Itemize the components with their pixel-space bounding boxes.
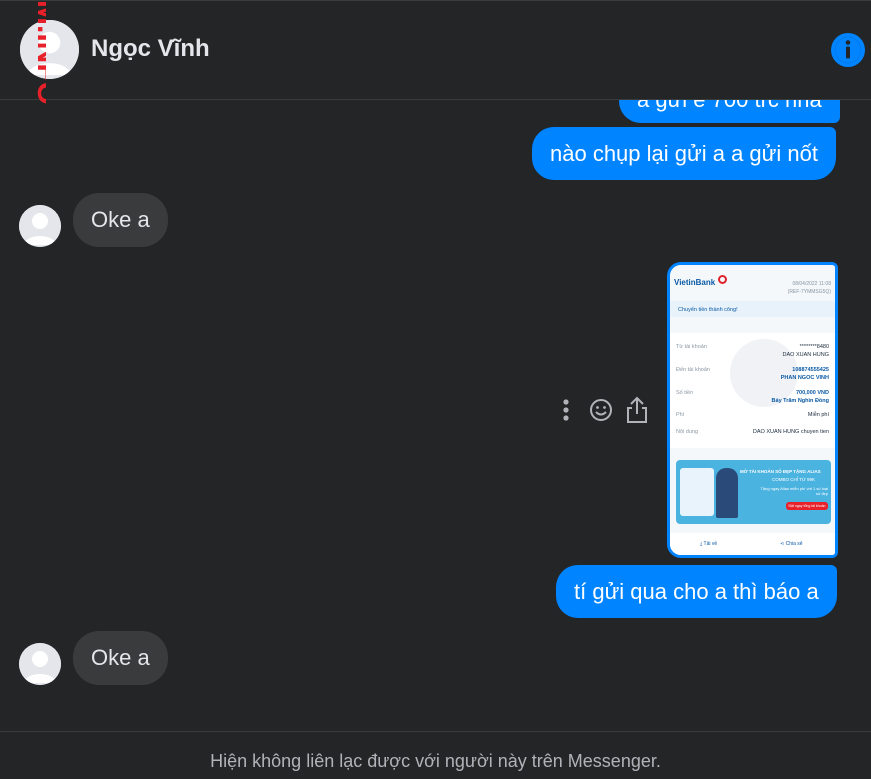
- react-icon[interactable]: [590, 399, 612, 421]
- message-bubble[interactable]: Oke a: [73, 193, 168, 247]
- watermark: M.INFO: [6, 0, 46, 120]
- receipt-label: Nội dung: [676, 429, 699, 435]
- receipt-ref: (REF-7YMMSG5Q): [787, 289, 831, 295]
- message-bubble[interactable]: Oke a: [73, 631, 168, 685]
- receipt-value: PHAN NGOC VINH: [780, 375, 829, 381]
- svg-text:M.INFO: M.INFO: [31, 0, 46, 105]
- message-bubble[interactable]: tí gửi qua cho a thì báo a: [556, 565, 837, 618]
- bank-logo-icon: [718, 275, 727, 284]
- notice-text: Hiện không liên lạc được với người này t…: [210, 751, 661, 771]
- receipt-value: DAO XUAN HUNG: [782, 352, 829, 358]
- promo-button: Đặt ngay tổng tài khoản: [786, 502, 828, 510]
- receipt-value: DAO XUAN HUNG chuyen tien: [752, 429, 829, 435]
- receipt-amount: 700,000 VND: [795, 390, 829, 396]
- receipt-value: Miễn phí: [807, 412, 829, 418]
- receipt-value: ********8480: [799, 344, 829, 350]
- receipt-status: Chuyển tiền thành công!: [678, 307, 738, 313]
- message-text: Oke a: [91, 207, 150, 232]
- receipt-save: ⤓ Tải về: [700, 541, 718, 547]
- chat-header: Ngọc Vĩnh: [0, 0, 871, 100]
- receipt-label: Phí: [676, 412, 685, 418]
- sender-avatar[interactable]: [19, 205, 61, 247]
- bank-logo: VietinBank: [674, 278, 716, 287]
- receipt-value: 108874555425: [792, 367, 829, 373]
- contact-name[interactable]: Ngọc Vĩnh: [91, 35, 210, 63]
- promo-title: MỞ TÀI KHOẢN SỐ ĐẸP TẶNG ALIAS: [740, 469, 821, 474]
- promo-subtitle: COMBO CHỈ TỪ 99K: [772, 477, 816, 482]
- receipt-label: Đến tài khoản: [676, 367, 710, 373]
- info-button[interactable]: [829, 31, 867, 69]
- receipt-save-label: Tải về: [703, 541, 718, 547]
- receipt-share-label: Chia sẻ: [785, 541, 803, 547]
- message-text: tí gửi qua cho a thì báo a: [574, 579, 819, 604]
- receipt-share: ⋖ Chia sẻ: [780, 541, 803, 547]
- composer-disabled-notice: Hiện không liên lạc được với người này t…: [0, 731, 871, 779]
- promo-banner: MỞ TÀI KHOẢN SỐ ĐẸP TẶNG ALIAS COMBO CHỈ…: [676, 460, 831, 524]
- message-bubble[interactable]: nào chụp lại gửi a a gửi nốt: [532, 127, 836, 180]
- message-text: Oke a: [91, 645, 150, 670]
- share-icon[interactable]: [627, 396, 647, 423]
- sender-avatar[interactable]: [19, 643, 61, 685]
- receipt-value: Bảy Trăm Nghìn Đồng: [771, 398, 829, 404]
- message-actions: [556, 395, 656, 427]
- receipt-label: Từ tài khoản: [676, 344, 707, 350]
- info-icon: [831, 33, 865, 67]
- receipt-label: Số tiền: [676, 390, 694, 396]
- image-attachment[interactable]: VietinBank 08/04/2022 11:08 (REF-7YMMSG5…: [667, 262, 838, 558]
- promo-note: Tặng ngay Alias miễn phí với 1 số loại s…: [760, 486, 828, 496]
- receipt-datetime: 08/04/2022 11:08: [792, 281, 831, 287]
- more-options-icon[interactable]: [563, 399, 569, 421]
- message-text: nào chụp lại gửi a a gửi nốt: [550, 141, 818, 166]
